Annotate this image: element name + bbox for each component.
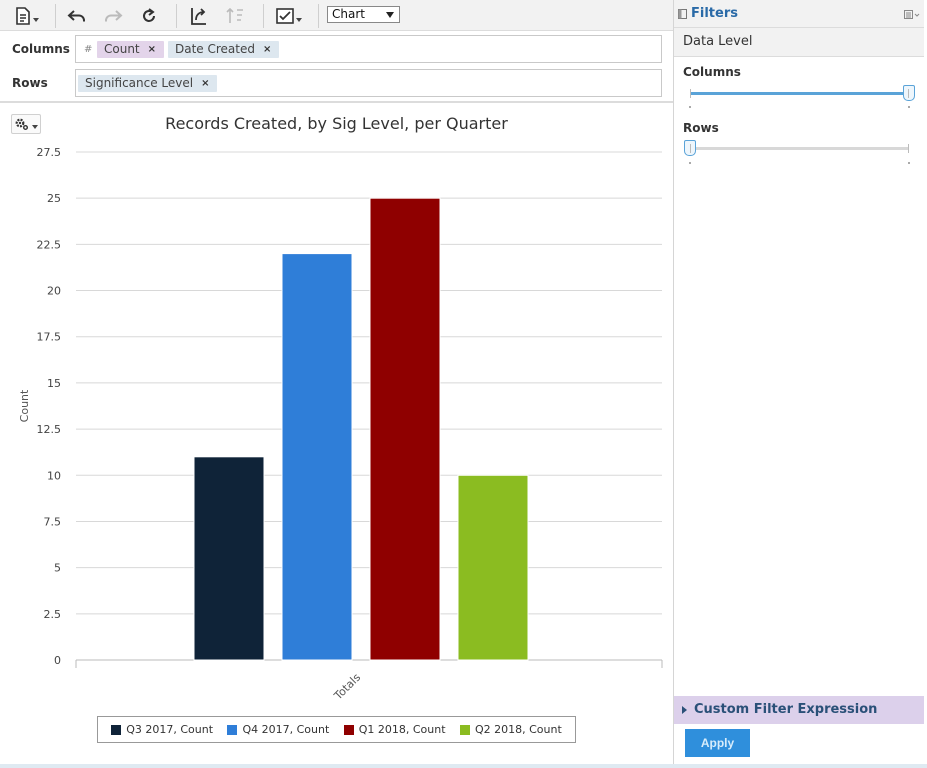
legend-item[interactable]: Q2 2018, Count xyxy=(459,723,562,736)
columns-slider-handle[interactable] xyxy=(903,85,915,101)
custom-filter-label: Custom Filter Expression xyxy=(694,702,878,717)
y-tick-label: 15 xyxy=(47,377,61,390)
columns-shelf[interactable]: # Count × Date Created × xyxy=(75,35,662,63)
file-menu-button[interactable] xyxy=(12,5,42,27)
undo-button[interactable] xyxy=(66,5,88,27)
legend-item[interactable]: Q1 2018, Count xyxy=(343,723,446,736)
swap-axes-button[interactable] xyxy=(187,5,211,27)
remove-icon[interactable]: × xyxy=(263,41,271,58)
legend-swatch xyxy=(343,724,354,735)
y-tick-label: 20 xyxy=(47,285,61,298)
y-tick-label: 7.5 xyxy=(44,515,62,528)
bottom-border xyxy=(0,764,927,768)
rows-slider-label: Rows xyxy=(683,121,719,135)
bar-q2-2018-count xyxy=(457,474,529,661)
chart-legend: Q3 2017, Count Q4 2017, Count Q1 2018, Cou… xyxy=(97,716,576,743)
y-tick-label: 5 xyxy=(54,562,61,575)
legend-swatch xyxy=(227,724,238,735)
remove-icon[interactable]: × xyxy=(201,75,209,92)
legend-swatch xyxy=(459,724,470,735)
sort-button[interactable] xyxy=(224,5,246,27)
legend-label: Q1 2018, Count xyxy=(358,723,446,736)
rows-pill-significance-level[interactable]: Significance Level × xyxy=(78,75,218,92)
bar-q4-2017-count xyxy=(281,253,353,661)
y-axis-label: Count xyxy=(18,389,31,422)
sort-icon xyxy=(226,7,243,23)
data-level-label: Data Level xyxy=(674,28,924,57)
pill-label: Significance Level xyxy=(85,76,194,90)
columns-slider-fill xyxy=(690,92,909,95)
columns-slider-label: Columns xyxy=(683,65,741,79)
rows-shelf-label: Rows xyxy=(12,76,48,90)
legend-label: Q3 2017, Count xyxy=(126,723,214,736)
options-menu-button[interactable] xyxy=(274,5,304,27)
columns-slider[interactable] xyxy=(689,85,915,108)
bar-q3-2017-count xyxy=(193,456,265,661)
divider xyxy=(0,101,673,103)
legend-item[interactable]: Q3 2017, Count xyxy=(111,723,213,736)
chart-type-select-value: Chart xyxy=(332,7,365,21)
y-tick-label: 12.5 xyxy=(37,423,62,436)
y-tick-label: 17.5 xyxy=(37,331,62,344)
rows-slider[interactable] xyxy=(684,140,910,164)
x-category-label: Totals xyxy=(331,671,363,703)
custom-filter-expression-toggle[interactable]: Custom Filter Expression xyxy=(674,696,924,724)
legend-item[interactable]: Q4 2017, Count xyxy=(227,723,329,736)
collapse-panel-icon[interactable] xyxy=(678,9,687,19)
rows-shelf[interactable]: Significance Level × xyxy=(75,69,662,97)
pill-label: Count xyxy=(104,42,140,56)
chart-type-select[interactable]: Chart xyxy=(327,6,400,23)
legend-label: Q2 2018, Count xyxy=(474,723,562,736)
remove-icon[interactable]: × xyxy=(148,41,156,58)
bar-chart: 0 2.5 5 7.5 10 12.5 15 17.5 20 22.5 25 27.5 Totals Co… xyxy=(18,146,663,703)
chevron-down-icon xyxy=(386,12,394,18)
checklist-icon xyxy=(276,8,294,24)
swap-axes-icon xyxy=(191,8,206,25)
pill-label: Date Created xyxy=(175,42,255,56)
undo-icon xyxy=(67,10,85,22)
y-tick-label: 10 xyxy=(47,469,61,482)
measure-icon: # xyxy=(84,44,93,55)
filters-header: Filters xyxy=(674,0,924,28)
y-tick-label: 2.5 xyxy=(44,608,62,621)
columns-shelf-label: Columns xyxy=(12,42,70,56)
filters-panel: Filters Data Level Columns Rows Custom F… xyxy=(673,0,927,768)
legend-label: Q4 2017, Count xyxy=(242,723,330,736)
toolbar: Chart xyxy=(0,0,673,31)
chart-title: Records Created, by Sig Level, per Quart… xyxy=(165,114,508,133)
panel-menu-icon[interactable] xyxy=(904,10,920,20)
filters-title: Filters xyxy=(691,6,738,21)
y-tick-label: 0 xyxy=(54,654,61,667)
columns-pill-count[interactable]: Count × xyxy=(97,41,165,58)
y-tick-label: 25 xyxy=(47,192,61,205)
redo-icon xyxy=(105,10,123,22)
bar-q1-2018-count xyxy=(369,197,441,661)
columns-pill-date-created[interactable]: Date Created × xyxy=(168,41,280,58)
y-tick-label: 22.5 xyxy=(37,238,62,251)
refresh-button[interactable] xyxy=(138,5,160,27)
refresh-icon xyxy=(143,8,155,22)
y-tick-label: 27.5 xyxy=(37,146,62,159)
legend-swatch xyxy=(111,724,122,735)
expand-triangle-icon xyxy=(682,706,687,714)
redo-button[interactable] xyxy=(102,5,124,27)
apply-button[interactable]: Apply xyxy=(685,729,750,757)
file-icon xyxy=(16,7,30,25)
